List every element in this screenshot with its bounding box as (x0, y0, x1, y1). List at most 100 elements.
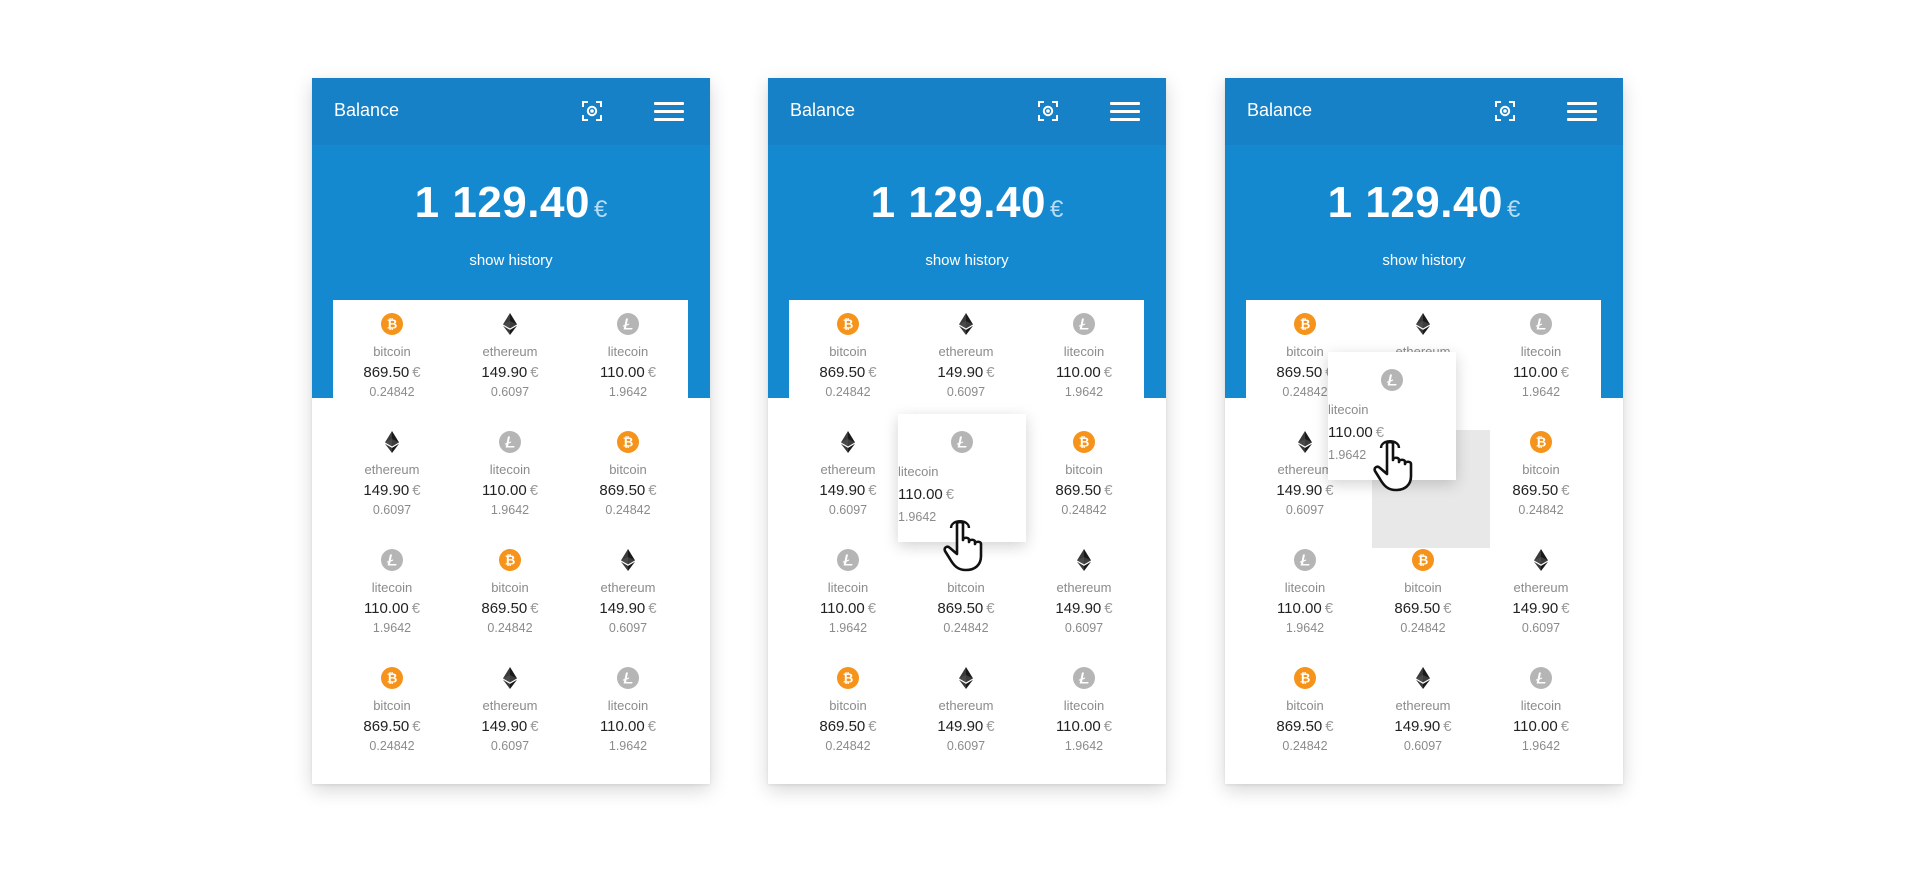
total-amount: 1 129.40 (414, 178, 590, 227)
coin-quantity: 0.24842 (369, 385, 415, 399)
coin-tile-bitcoin[interactable]: ₿ bitcoin 869.50€ 0.24842 (333, 662, 451, 780)
show-history-link[interactable]: show history (312, 252, 710, 269)
scan-button[interactable] (1036, 99, 1060, 123)
coin-name: bitcoin (609, 462, 647, 477)
coin-tile-litecoin[interactable]: litecoin 110.00 € 1.9642 (451, 426, 569, 544)
coin-tile-ethereum[interactable]: ethereum 149.90€ 0.6097 (1364, 662, 1482, 780)
coin-tile-litecoin[interactable]: litecoin 110.00 € 1.9642 (1025, 662, 1143, 780)
ethereum-icon (1411, 312, 1435, 336)
menu-line (1567, 110, 1597, 113)
coin-tile-litecoin[interactable]: litecoin 110.00 € 1.9642 (1246, 544, 1364, 662)
show-history-link[interactable]: show history (1225, 252, 1623, 269)
coin-tile-bitcoin[interactable]: ₿ bitcoin 869.50€ 0.24842 (1025, 426, 1143, 544)
svg-text:₿: ₿ (1300, 671, 1311, 686)
coin-name: litecoin (1063, 344, 1105, 359)
coin-tile-bitcoin[interactable]: ₿ bitcoin 869.50€ 0.24842 (1364, 544, 1482, 662)
coin-tile-litecoin[interactable]: litecoin 110.00 € 1.9642 (569, 308, 687, 426)
phone-screen-default: Balance 1 129.40 € show history ₿ bitcoin 869.… (312, 78, 710, 784)
coin-name: bitcoin (829, 698, 867, 713)
svg-text:₿: ₿ (387, 317, 398, 332)
coin-tile-litecoin[interactable]: litecoin 110.00 € 1.9642 (1025, 308, 1143, 426)
coin-name: bitcoin (491, 580, 529, 595)
coin-tile-litecoin[interactable]: litecoin 110.00 € 1.9642 (1482, 662, 1600, 780)
coin-name: ethereum (1056, 580, 1112, 595)
menu-line (1567, 118, 1597, 121)
coin-name: ethereum (938, 344, 994, 359)
coin-tile-bitcoin[interactable]: ₿ bitcoin 869.50€ 0.24842 (569, 426, 687, 544)
menu-button[interactable] (1110, 99, 1140, 123)
coin-tile-ethereum[interactable]: ethereum 149.90€ 0.6097 (333, 426, 451, 544)
coin-quantity: 0.24842 (825, 385, 871, 399)
coin-quantity: 0.24842 (369, 739, 415, 753)
coin-tile-bitcoin[interactable]: ₿ bitcoin 869.50€ 0.24842 (333, 308, 451, 426)
coin-name: litecoin (371, 580, 413, 595)
total-balance: 1 129.40 € (1225, 178, 1623, 228)
coin-grid: ₿ bitcoin 869.50€ 0.24842 ethereum 149.90€ 0.6… (789, 308, 1144, 778)
coin-quantity: 0.6097 (372, 503, 412, 517)
coin-tile-bitcoin[interactable]: ₿ bitcoin 869.50€ 0.24842 (789, 662, 907, 780)
coin-tile-bitcoin[interactable]: ₿ bitcoin 869.50€ 0.24842 (1246, 662, 1364, 780)
coin-quantity: 1.9642 (828, 621, 868, 635)
coin-tile-ethereum[interactable]: ethereum 149.90€ 0.6097 (1025, 544, 1143, 662)
scan-button[interactable] (580, 99, 604, 123)
svg-text:₿: ₿ (387, 671, 398, 686)
ethereum-icon (1293, 430, 1317, 454)
coin-tile-ethereum[interactable]: ethereum 149.90€ 0.6097 (907, 308, 1025, 426)
coin-name: ethereum (1395, 698, 1451, 713)
coin-grid: ₿ bitcoin 869.50€ 0.24842 ethereum 149.90€ 0.6… (1246, 308, 1601, 778)
coin-quantity: 1.9642 (1064, 739, 1104, 753)
ethereum-icon (1529, 548, 1553, 572)
ethereum-icon (380, 430, 404, 454)
coin-quantity: 0.24842 (1061, 503, 1107, 517)
coin-tile-bitcoin[interactable]: ₿ bitcoin 869.50€ 0.24842 (789, 308, 907, 426)
coin-quantity: 0.6097 (490, 739, 530, 753)
coin-price: 869.50€ (599, 482, 657, 499)
scan-button[interactable] (1493, 99, 1517, 123)
coin-tile-ethereum[interactable]: ethereum 149.90€ 0.6097 (569, 544, 687, 662)
coin-tile-ethereum[interactable]: ethereum 149.90€ 0.6097 (789, 426, 907, 544)
coin-price: 869.50€ (937, 600, 995, 617)
total-balance: 1 129.40 € (312, 178, 710, 228)
bitcoin-icon: ₿ (1293, 312, 1317, 336)
coin-grid: ₿ bitcoin 869.50€ 0.24842 ethereum 149.90€ 0.6… (333, 308, 688, 778)
coin-tile-litecoin[interactable]: litecoin 110.00 € 1.9642 (789, 544, 907, 662)
litecoin-icon (1293, 548, 1317, 572)
coin-name: bitcoin (1065, 462, 1103, 477)
show-history-link[interactable]: show history (768, 252, 1166, 269)
coin-name: litecoin (1063, 698, 1105, 713)
coin-quantity: 0.24842 (825, 739, 871, 753)
coin-tile-bitcoin[interactable]: ₿ bitcoin 869.50€ 0.24842 (1482, 426, 1600, 544)
coin-tile-ethereum[interactable]: ethereum 149.90€ 0.6097 (1482, 544, 1600, 662)
scan-icon (582, 101, 602, 121)
coin-quantity: 0.24842 (1400, 621, 1446, 635)
ethereum-icon (1411, 666, 1435, 690)
menu-button[interactable] (654, 99, 684, 123)
page-title: Balance (790, 100, 856, 120)
coin-price: 110.00 € (819, 600, 877, 617)
svg-text:₿: ₿ (1418, 553, 1429, 568)
svg-text:₿: ₿ (1300, 317, 1311, 332)
coin-price: 110.00 € (1328, 424, 1385, 441)
coin-quantity: 1.9642 (608, 739, 648, 753)
coin-price: 110.00 € (599, 364, 657, 381)
coin-tile-ethereum[interactable]: ethereum 149.90€ 0.6097 (907, 662, 1025, 780)
coin-quantity: 0.6097 (1064, 621, 1104, 635)
coin-name: litecoin (607, 698, 649, 713)
coin-quantity: 0.6097 (1403, 739, 1443, 753)
coin-price: 110.00 € (898, 486, 955, 503)
coin-tile-litecoin[interactable]: litecoin 110.00 € 1.9642 (569, 662, 687, 780)
coin-name: litecoin (607, 344, 649, 359)
coin-tile-ethereum[interactable]: ethereum 149.90€ 0.6097 (451, 308, 569, 426)
coin-price: 110.00 € (363, 600, 421, 617)
coin-name: bitcoin (373, 698, 411, 713)
coin-price: 149.90€ (1276, 482, 1334, 499)
coin-tile-ethereum[interactable]: ethereum 149.90€ 0.6097 (451, 662, 569, 780)
svg-text:₿: ₿ (843, 317, 854, 332)
menu-button[interactable] (1567, 99, 1597, 123)
coin-name: bitcoin (1404, 580, 1442, 595)
coin-tile-bitcoin[interactable]: ₿ bitcoin 869.50€ 0.24842 (451, 544, 569, 662)
coin-quantity: 1.9642 (1521, 739, 1561, 753)
bitcoin-icon: ₿ (1411, 548, 1435, 572)
coin-tile-litecoin[interactable]: litecoin 110.00 € 1.9642 (333, 544, 451, 662)
coin-tile-litecoin[interactable]: litecoin 110.00 € 1.9642 (1482, 308, 1600, 426)
